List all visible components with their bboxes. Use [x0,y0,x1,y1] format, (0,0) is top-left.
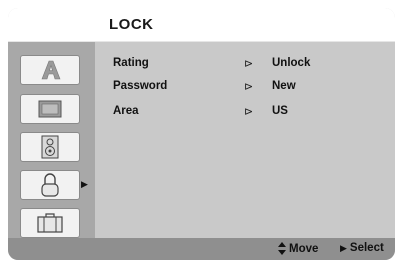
page-title: LOCK [109,16,154,33]
sidebar-item-lock[interactable] [20,170,80,200]
rating-arrow-icon: ⊳ [244,58,254,70]
setup-menu-screen: LOCK ▶ Rating ⊳ Unlock Password ⊳ New Ar… [8,8,395,260]
password-value: New [272,80,296,92]
title-bar: LOCK [8,8,395,42]
select-hint-label: Select [349,242,384,254]
padlock-icon [41,173,59,197]
lock-settings-panel: Rating ⊳ Unlock Password ⊳ New Area ⊳ US [95,42,395,238]
password-arrow-icon: ⊳ [244,81,254,93]
area-arrow-icon: ⊳ [244,106,254,118]
status-bar: Move ▶ Select [8,238,395,260]
language-a-icon [41,60,61,80]
move-hint-label: Move [289,242,319,255]
speaker-icon [41,135,59,159]
rating-label[interactable]: Rating [113,57,149,69]
password-label[interactable]: Password [113,80,167,92]
sidebar-item-audio[interactable] [20,132,80,162]
selected-indicator-arrow: ▶ [81,179,88,189]
select-arrow-icon: ▶ [340,242,347,253]
area-value: US [272,105,288,117]
sidebar-item-language[interactable] [20,55,80,85]
sidebar: ▶ [8,42,95,238]
up-down-arrows-icon [278,242,286,255]
tv-screen-icon [38,100,62,118]
briefcase-icon [37,213,63,233]
sidebar-item-display[interactable] [20,94,80,124]
sidebar-item-others[interactable] [20,208,80,238]
move-hint: Move [278,242,318,255]
select-hint: ▶ Select [340,242,384,254]
area-label[interactable]: Area [113,105,139,117]
rating-value: Unlock [272,57,311,69]
